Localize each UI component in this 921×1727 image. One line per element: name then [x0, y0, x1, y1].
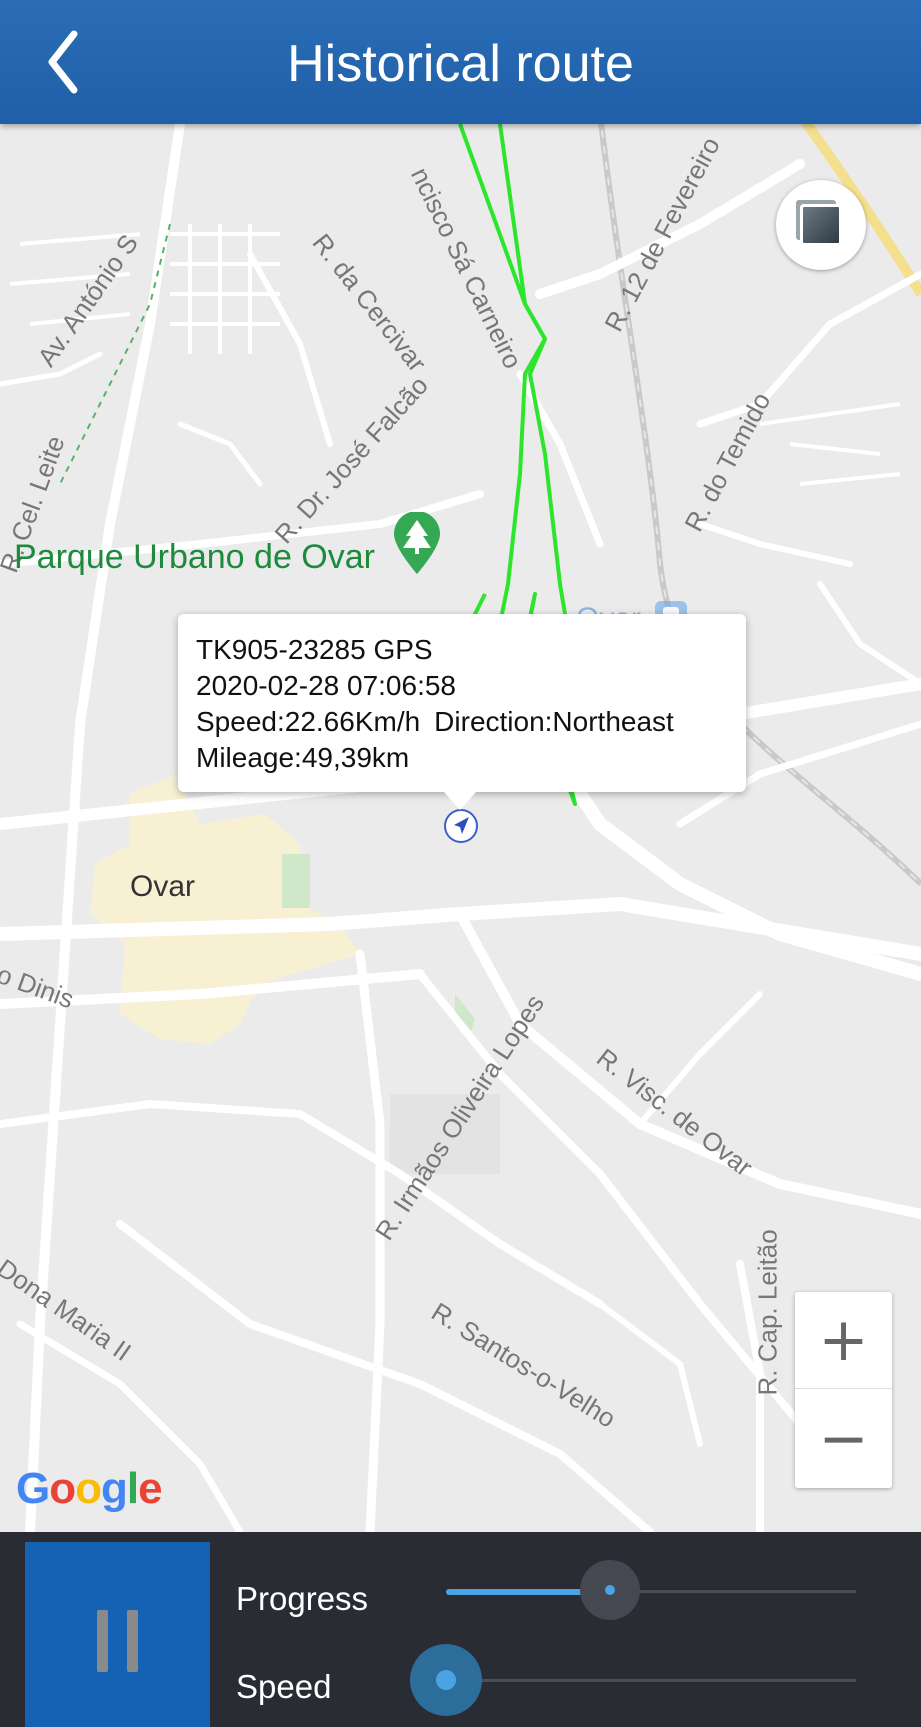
speed-label: Speed: [236, 1668, 332, 1705]
speed-thumb-dot: [436, 1670, 456, 1690]
zoom-out-button[interactable]: −: [795, 1390, 892, 1487]
pause-icon-bar: [127, 1610, 138, 1672]
street-label: R. Cap. Leitão: [752, 1229, 783, 1396]
progress-thumb-dot: [605, 1585, 615, 1595]
zoom-controls: + −: [795, 1292, 892, 1488]
page-title: Historical route: [287, 35, 634, 93]
progress-label: Progress: [236, 1580, 369, 1617]
timestamp: 2020-02-28 07:06:58: [196, 670, 456, 701]
map-view[interactable]: Av. António S R. da Cercivar ncisco Sá C…: [0, 124, 921, 1532]
speed-track[interactable]: [446, 1679, 856, 1682]
map-layers-button[interactable]: [776, 180, 866, 270]
playback-panel: Progress Speed: [0, 1532, 921, 1727]
google-logo: Google: [16, 1464, 163, 1513]
pause-button[interactable]: [25, 1542, 210, 1727]
mileage-value: Mileage:49,39km: [196, 742, 410, 773]
navigation-arrow-icon[interactable]: [443, 808, 479, 844]
pause-icon: [97, 1610, 108, 1672]
poi-label: Parque Urbano de Ovar: [14, 538, 375, 576]
device-name: TK905-23285 GPS: [196, 634, 433, 665]
plus-icon: +: [818, 1305, 869, 1375]
map-layers-icon: [800, 204, 842, 246]
zoom-in-button[interactable]: +: [795, 1292, 892, 1389]
info-window: TK905-23285 GPS 2020-02-28 07:06:58 Spee…: [178, 614, 746, 810]
park-tree-icon[interactable]: [392, 512, 442, 576]
speed-direction-line: Speed:22.66Km/h Direction:Northeast: [196, 704, 728, 740]
direction-value: Direction:Northeast: [434, 706, 674, 737]
speed-value: Speed:22.66Km/h: [196, 706, 421, 737]
minus-icon: −: [818, 1403, 869, 1474]
app-header: Historical route: [0, 0, 921, 124]
town-label: Ovar: [130, 870, 196, 903]
